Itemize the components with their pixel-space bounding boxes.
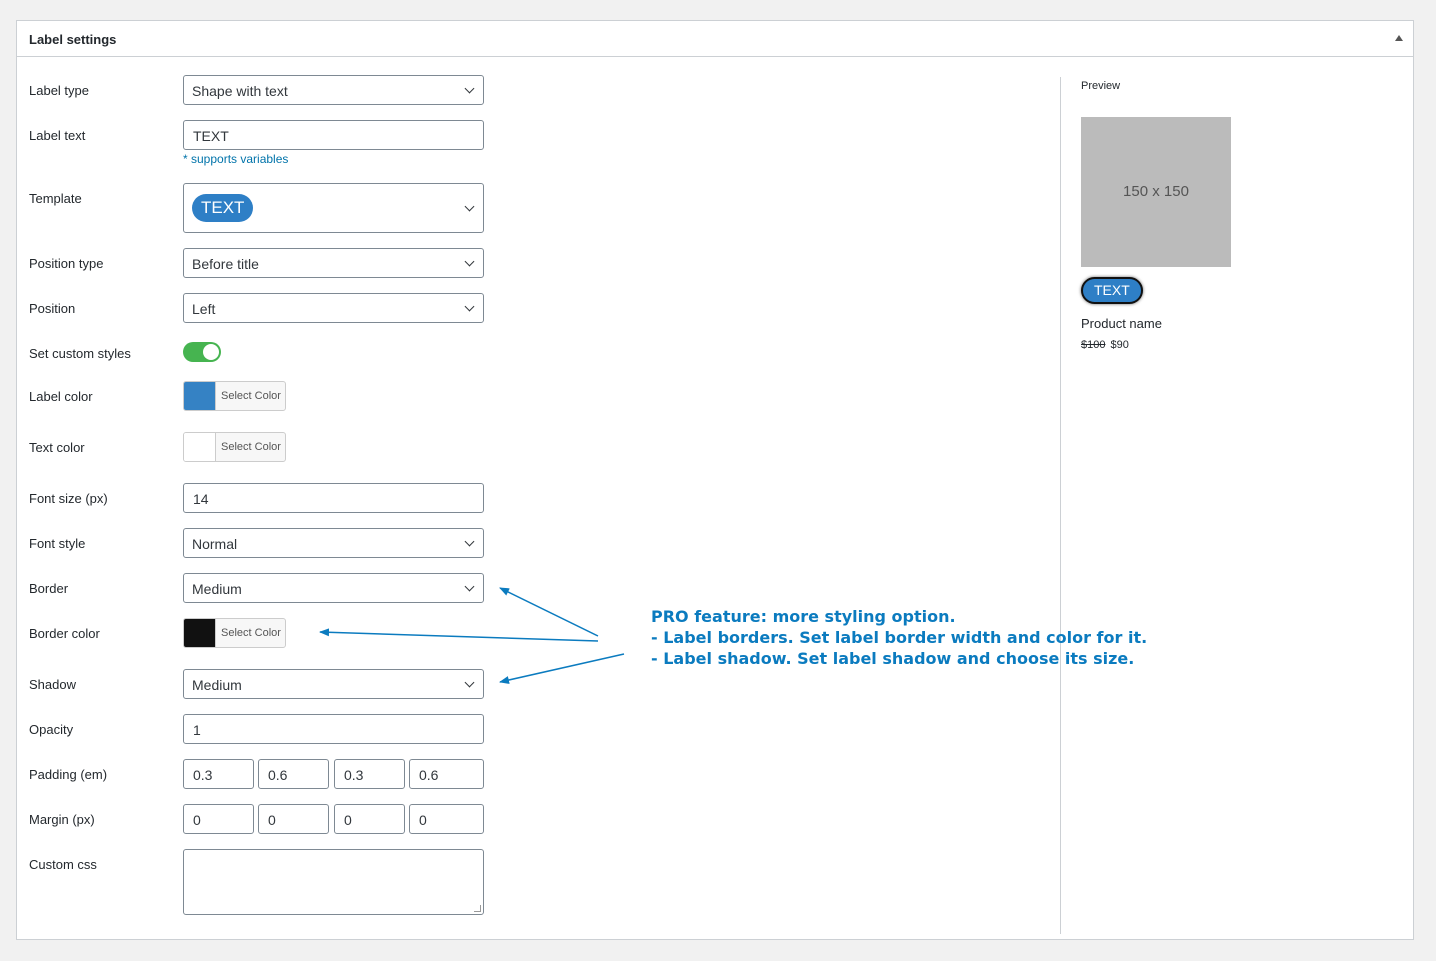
annotation-arrows xyxy=(319,587,625,684)
pro-feature-annotation: PRO feature: more styling option. - Labe… xyxy=(651,606,1147,669)
arrow-to-shadow xyxy=(499,653,625,684)
arrow-to-border-color xyxy=(319,628,599,642)
annotation-line-1: PRO feature: more styling option. xyxy=(651,607,956,626)
arrow-to-border xyxy=(499,587,599,637)
annotation-line-2: - Label borders. Set label border width … xyxy=(651,628,1148,647)
annotation-line-3: - Label shadow. Set label shadow and cho… xyxy=(651,649,1135,668)
